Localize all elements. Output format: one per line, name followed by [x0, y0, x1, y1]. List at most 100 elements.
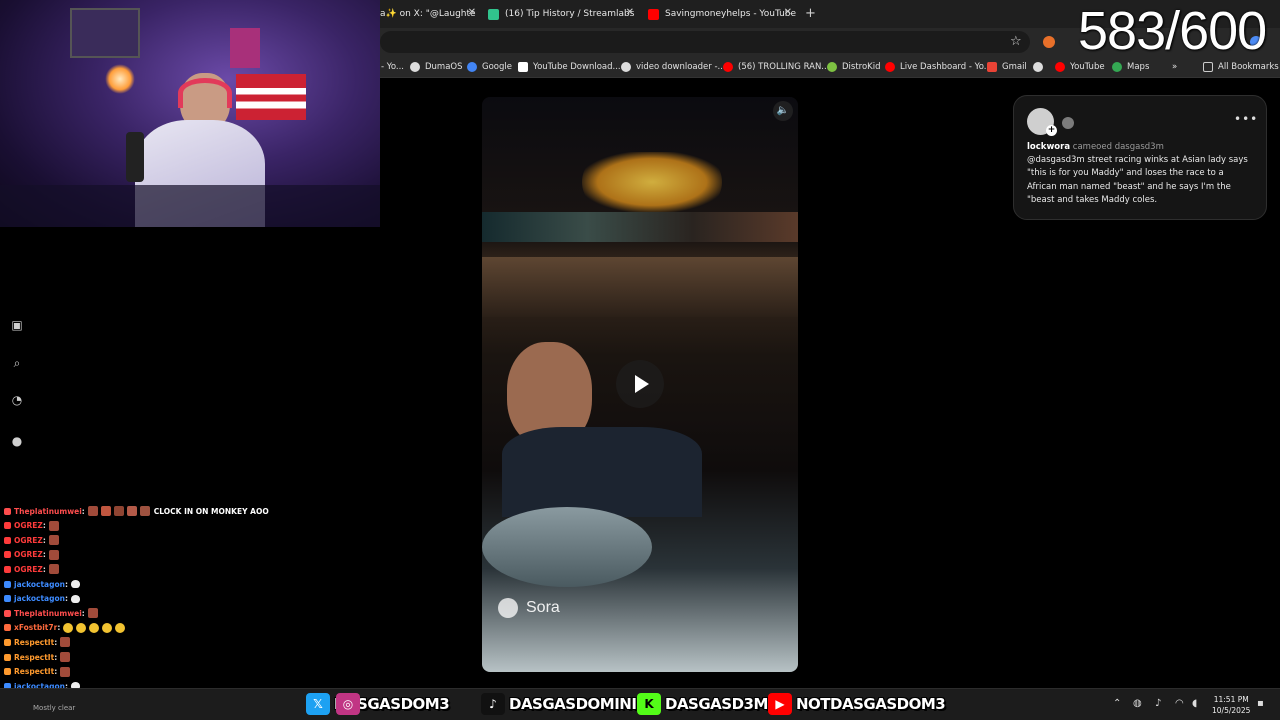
car-roof [482, 257, 798, 317]
bookmark-item[interactable]: Maps [1112, 60, 1149, 74]
home-icon[interactable]: ▣ [10, 318, 24, 332]
bookmark-item[interactable]: YouTube Download... [518, 60, 621, 74]
more-options-icon[interactable]: ••• [1234, 112, 1258, 126]
bookmark-item[interactable]: - Yo... [381, 60, 404, 74]
youtube-icon [885, 62, 895, 72]
address-bar[interactable] [380, 31, 1030, 53]
chat-emote-icon [48, 535, 59, 546]
chat-colon: : [81, 506, 85, 516]
stream-chat: Theplatinumwei : CLOCK IN ON MONKEY AOO O… [0, 493, 380, 720]
chat-badge-icon [4, 668, 11, 676]
close-icon[interactable]: ✕ [468, 7, 476, 18]
follow-plus-icon[interactable]: + [1046, 125, 1057, 136]
bookmark-item[interactable]: Live Dashboard - Yo... [885, 60, 992, 74]
mute-speaker-icon[interactable]: 🔈 [773, 101, 793, 121]
chat-emote-icon [70, 580, 80, 588]
chat-badge-icon [4, 551, 11, 559]
globe-icon [1033, 62, 1043, 72]
tab-label: (16) Tip History / Streamlabs [505, 9, 635, 19]
bookmark-item[interactable]: Gmail [987, 60, 1027, 74]
wall-poster [70, 8, 140, 58]
cameo-avatar[interactable] [1062, 117, 1074, 129]
chat-emote-icon [76, 622, 87, 633]
caption-username[interactable]: lockwora [1027, 142, 1070, 152]
streamlabs-icon [488, 8, 499, 20]
chat-colon: : [64, 594, 68, 604]
tab-streamlabs[interactable]: (16) Tip History / Streamlabs ✕ [488, 4, 634, 24]
chat-colon: : [57, 623, 61, 633]
chat-username[interactable]: OGREZ [14, 536, 43, 545]
close-icon[interactable]: ✕ [626, 7, 634, 18]
chat-message: OGREZ : [4, 562, 59, 576]
youtube-icon [648, 8, 659, 20]
chat-colon: : [64, 579, 68, 589]
lamp-light [105, 64, 135, 94]
chevron-up-icon[interactable]: ⌃ [1113, 698, 1121, 709]
chat-colon: : [42, 550, 46, 560]
chat-username[interactable]: Theplatinumwei [14, 609, 82, 618]
bookmark-star-icon[interactable]: ☆ [1010, 34, 1022, 49]
bookmark-item[interactable]: DistroKid [827, 60, 881, 74]
wifi-icon[interactable]: ◠ [1175, 698, 1184, 709]
tab-x-post[interactable]: a✨ on X: "@Laughte ✕ [380, 4, 476, 24]
bookmark-item[interactable]: video downloader -... [621, 60, 726, 74]
close-icon[interactable]: ✕ [784, 7, 792, 18]
more-bookmarks-chevron-icon[interactable]: » [1172, 60, 1177, 74]
chat-emote-icon [100, 506, 111, 516]
bookmark-item[interactable]: YouTube [1055, 60, 1105, 74]
chat-message: OGREZ : [4, 548, 59, 562]
google-icon [467, 62, 477, 72]
chat-username[interactable]: xFostbit7r [14, 623, 57, 632]
chat-username[interactable]: jackoctagon [14, 580, 65, 589]
instagram-icon: ◎ [336, 693, 360, 715]
tab-youtube[interactable]: Savingmoneyhelps - YouTube ✕ [648, 4, 796, 24]
chat-username[interactable]: OGREZ [14, 521, 43, 530]
social-handle: ▶ NOTDASGASDOM3 [768, 693, 946, 715]
wall-poster [230, 28, 260, 68]
extension-icon[interactable] [1043, 36, 1055, 48]
network-app-icon[interactable]: ◍ [1133, 698, 1142, 709]
chat-badge-icon [4, 609, 11, 617]
bookmark-item[interactable]: Google [467, 60, 512, 74]
notification-bell-icon[interactable]: ▪ [1257, 698, 1264, 709]
tab-label: a✨ on X: "@Laughte [380, 9, 476, 19]
chat-colon: : [42, 535, 46, 545]
chat-emote-icon [115, 622, 126, 633]
stream-screen: a✨ on X: "@Laughte ✕ (16) Tip History / … [0, 0, 1280, 720]
chat-message: RespectIt : [4, 665, 71, 679]
chat-message: Theplatinumwei : CLOCK IN ON MONKEY AOO [4, 504, 269, 518]
weather-widget[interactable]: Mostly clear [33, 704, 75, 712]
chat-username[interactable]: RespectIt [14, 653, 54, 662]
chat-emote-icon [48, 549, 59, 560]
chat-message: xFostbit7r : [4, 621, 126, 635]
chat-username[interactable]: Theplatinumwei [14, 507, 82, 516]
bell-icon[interactable]: ◔ [10, 393, 24, 407]
new-tab-plus-icon[interactable]: + [805, 6, 816, 21]
chat-text: CLOCK IN ON MONKEY AOO [153, 506, 269, 516]
microphone-icon[interactable]: ♪ [1155, 698, 1161, 709]
chat-username[interactable]: RespectIt [14, 667, 54, 676]
chat-emote-icon [60, 652, 71, 662]
search-icon[interactable]: ⌕ [10, 356, 24, 370]
all-bookmarks[interactable]: All Bookmarks [1203, 60, 1279, 74]
profile-avatar-icon[interactable]: ● [10, 434, 24, 448]
chat-username[interactable]: OGREZ [14, 565, 43, 574]
chat-username[interactable]: RespectIt [14, 638, 54, 647]
play-button[interactable] [616, 360, 664, 408]
chat-username[interactable]: OGREZ [14, 550, 43, 559]
bookmark-item[interactable] [1033, 60, 1048, 74]
bookmark-item[interactable]: (56) TROLLING RAN... [723, 60, 829, 74]
youtube-icon [723, 62, 733, 72]
social-handle-text: DASGASD3M [665, 695, 768, 713]
system-clock[interactable]: 11:51 PM 10/5/2025 [1212, 694, 1250, 716]
chat-badge-icon [4, 522, 11, 530]
chat-username[interactable]: jackoctagon [14, 594, 65, 603]
desk [0, 185, 380, 227]
chat-badge-icon [4, 536, 11, 544]
sora-logo-icon [498, 598, 518, 618]
caption-header: lockwora cameoed dasgasd3m [1027, 142, 1164, 152]
bookmark-item[interactable]: DumaOS [410, 60, 463, 74]
microphone [126, 132, 144, 182]
volume-icon[interactable]: ◖ [1192, 698, 1197, 709]
chat-badge-icon [4, 580, 11, 588]
